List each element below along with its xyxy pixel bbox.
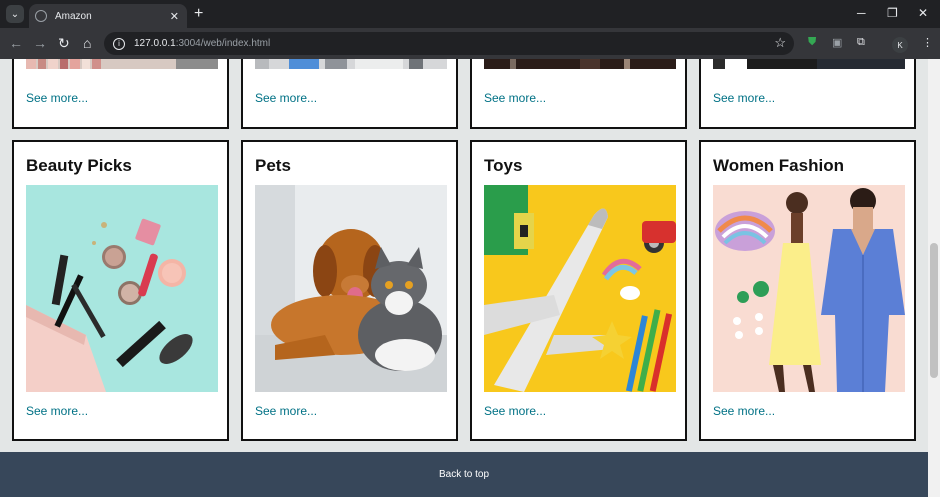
- back-to-top-bar[interactable]: Back to top: [0, 452, 928, 497]
- card-beauty-picks: Beauty Picks See more...: [12, 140, 229, 441]
- profile-avatar[interactable]: K: [892, 37, 908, 53]
- back-icon[interactable]: ←: [9, 35, 23, 51]
- see-more-link[interactable]: See more...: [484, 404, 546, 418]
- card-top-3: See more...: [470, 59, 687, 129]
- site-info-icon[interactable]: i: [113, 37, 125, 50]
- card-top-3-image[interactable]: [484, 59, 676, 69]
- close-window-icon[interactable]: ✕: [918, 6, 928, 20]
- scrollbar-thumb[interactable]: [930, 243, 938, 378]
- women-fashion-image[interactable]: [713, 185, 905, 392]
- card-title: Beauty Picks: [26, 156, 132, 175]
- toys-image[interactable]: [484, 185, 676, 392]
- see-more-link[interactable]: See more...: [713, 404, 775, 418]
- see-more-link[interactable]: See more...: [484, 91, 546, 105]
- globe-icon: [35, 10, 47, 22]
- reload-icon[interactable]: ↻: [58, 35, 70, 51]
- back-to-top-link[interactable]: Back to top: [439, 469, 489, 480]
- card-title: Pets: [255, 156, 291, 175]
- url-text: 127.0.0.1:3004/web/index.html: [134, 38, 271, 49]
- tab-strip: ⌄ Amazon ✕ + ─ ❐ ✕: [0, 0, 940, 28]
- new-tab-icon[interactable]: +: [194, 5, 203, 23]
- see-more-link[interactable]: See more...: [255, 91, 317, 105]
- tab-amazon[interactable]: Amazon ✕: [29, 4, 187, 28]
- card-title: Toys: [484, 156, 523, 175]
- pets-image[interactable]: [255, 185, 447, 392]
- card-top-4: See more...: [699, 59, 916, 129]
- card-top-4-image[interactable]: [713, 59, 905, 69]
- card-pets: Pets See more...: [241, 140, 458, 441]
- card-top-1-image[interactable]: [26, 59, 218, 69]
- card-top-1: See more...: [12, 59, 229, 129]
- see-more-link[interactable]: See more...: [255, 404, 317, 418]
- card-top-2-image[interactable]: [255, 59, 447, 69]
- card-women-fashion: Women Fashion See more...: [699, 140, 916, 441]
- card-top-2: See more...: [241, 59, 458, 129]
- tab-title: Amazon: [55, 10, 92, 22]
- minimize-icon[interactable]: ─: [857, 6, 866, 20]
- forward-icon[interactable]: →: [33, 35, 47, 51]
- restore-icon[interactable]: ❐: [887, 6, 898, 20]
- extension-icon[interactable]: ▣: [832, 36, 842, 49]
- bookmark-star-icon[interactable]: ☆: [774, 35, 786, 51]
- card-title: Women Fashion: [713, 156, 844, 175]
- see-more-link[interactable]: See more...: [713, 91, 775, 105]
- see-more-link[interactable]: See more...: [26, 91, 88, 105]
- card-toys: Toys See more...: [470, 140, 687, 441]
- see-more-link[interactable]: See more...: [26, 404, 88, 418]
- close-tab-icon[interactable]: ✕: [170, 10, 179, 23]
- beauty-picks-image[interactable]: [26, 185, 218, 392]
- page-viewport: See more... See more... See more... See …: [0, 59, 928, 497]
- tab-search-icon[interactable]: ⌄: [6, 5, 24, 23]
- home-icon[interactable]: ⌂: [83, 35, 91, 51]
- address-bar[interactable]: i 127.0.0.1:3004/web/index.html ☆: [104, 32, 794, 55]
- shield-extension-icon[interactable]: ⛊: [808, 36, 816, 49]
- browser-toolbar: ← → ↻ ⌂ i 127.0.0.1:3004/web/index.html …: [0, 28, 940, 59]
- kebab-menu-icon[interactable]: ⋮: [922, 36, 933, 49]
- puzzle-icon[interactable]: ⧉: [857, 36, 865, 49]
